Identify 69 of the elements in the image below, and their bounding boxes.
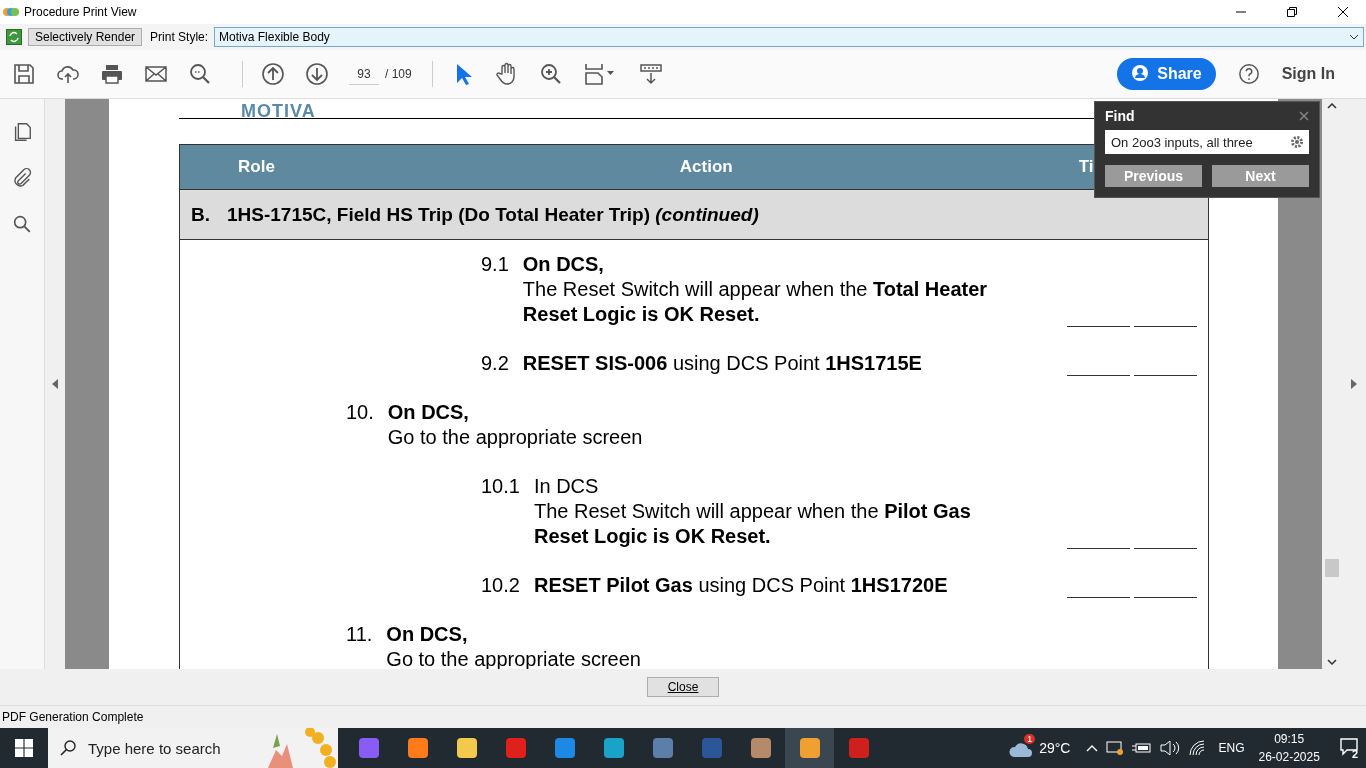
wifi-icon[interactable] (1188, 740, 1207, 756)
help-icon[interactable] (1237, 63, 1260, 85)
step-heading: On DCS, (387, 400, 470, 425)
share-button[interactable]: Share (1117, 58, 1216, 90)
find-field[interactable]: On 2oo3 inputs, all three (1105, 130, 1309, 154)
step-text: The Reset Switch will appear when the Pilot Gas Reset Logic is OK Reset. (533, 499, 972, 549)
scroll-up-icon[interactable] (1327, 103, 1337, 109)
refresh-icon[interactable] (6, 29, 22, 45)
caret-icon[interactable] (1349, 34, 1359, 40)
close-button[interactable]: Close (647, 677, 719, 697)
step-number: 10.2 (481, 573, 520, 598)
zoom-out-icon[interactable] (188, 62, 212, 86)
display-icon[interactable] (1106, 740, 1125, 756)
window-title: Procedure Print View (24, 5, 137, 19)
status-text: PDF Generation Complete (1, 709, 145, 726)
caret-up-icon[interactable] (1086, 744, 1099, 752)
company-logo: MOTIVA (241, 104, 316, 118)
notification-badge: 1 (1024, 734, 1036, 744)
step-heading: On DCS, (522, 252, 605, 277)
temperature: 29°C (1039, 740, 1071, 756)
zoom-in-icon[interactable] (538, 62, 563, 86)
find-title: Find (1105, 108, 1135, 124)
column-header: Ti (1078, 157, 1094, 177)
clock-date: 26-02-2025 (1258, 749, 1320, 766)
search-icon[interactable] (11, 213, 33, 235)
save-icon[interactable] (12, 62, 36, 86)
step-text: Go to the appropriate screen (387, 425, 643, 450)
expand-right-icon[interactable] (1351, 379, 1357, 389)
page-number-field[interactable]: 93 (349, 63, 379, 85)
fit-page-icon[interactable] (582, 62, 617, 86)
section-letter: B. (191, 203, 211, 226)
paperclip-icon[interactable] (11, 167, 33, 189)
scroll-down-icon[interactable] (1327, 659, 1337, 665)
close-icon[interactable] (1337, 6, 1349, 18)
windows-start-icon[interactable] (15, 739, 33, 757)
app-logo-icon (3, 6, 19, 18)
restore-icon[interactable] (1286, 6, 1298, 18)
step-text: RESET Pilot Gas using DCS Point 1HS1720E (533, 573, 948, 598)
battery-icon[interactable] (1132, 742, 1153, 754)
speaker-icon[interactable] (1160, 740, 1181, 756)
previous-page-icon[interactable] (261, 62, 285, 86)
next-page-icon[interactable] (305, 62, 329, 86)
print-icon[interactable] (100, 62, 124, 86)
step-number: 10. (346, 400, 374, 425)
step-text: RESET SIS-006 using DCS Point 1HS1715E (522, 351, 922, 376)
step-heading: In DCS (533, 474, 600, 499)
print-style-dropdown[interactable]: Motiva Flexible Body (214, 27, 1364, 47)
scrollbar-thumb[interactable] (1325, 559, 1339, 577)
language-indicator[interactable]: ENG (1218, 741, 1245, 755)
search-icon (60, 739, 78, 757)
notification-count: 2 (1351, 748, 1358, 760)
sign-in-link[interactable]: Sign In (1281, 65, 1335, 83)
column-header: Action (679, 157, 733, 177)
clock-time: 09:15 (1274, 731, 1305, 748)
step-text: The Reset Switch will appear when the Total Heater Reset Logic is OK Reset. (522, 277, 989, 327)
step-number: 9.1 (481, 252, 509, 277)
step-number: 9.2 (481, 351, 509, 376)
print-style-label: Print Style: (150, 30, 209, 44)
taskbar-search-field[interactable]: Type here to search (48, 728, 338, 768)
step-heading: On DCS, (386, 622, 469, 647)
step-number: 10.1 (481, 474, 520, 499)
selectively-render-button[interactable]: Selectively Render (28, 28, 143, 46)
step-number: 11. (346, 622, 373, 647)
settings-icon[interactable] (1289, 134, 1305, 150)
page-total: / 109 (385, 67, 412, 81)
column-header: Role (238, 157, 275, 177)
expand-left-icon[interactable] (52, 379, 58, 389)
keyboard-download-icon[interactable] (638, 62, 663, 86)
section-title: 1HS-1715C, Field HS Trip (Do Total Heater Trip) (continued) (227, 203, 759, 226)
